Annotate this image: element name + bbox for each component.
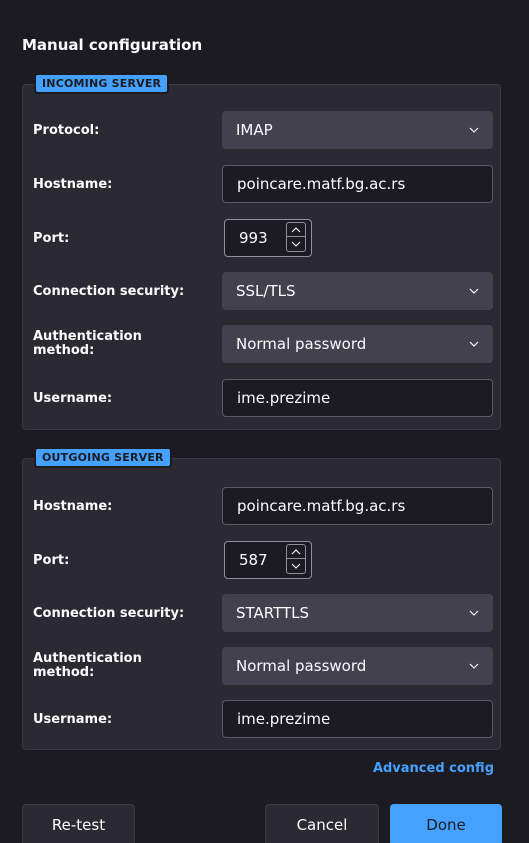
chevron-down-icon	[469, 663, 479, 669]
outgoing-hostname-input[interactable]: poincare.matf.bg.ac.rs	[222, 487, 493, 525]
outgoing-auth-label-line1: Authentication	[33, 651, 142, 666]
outgoing-username-row: Username: ime.prezime	[33, 700, 493, 738]
chevron-up-icon	[291, 549, 301, 555]
incoming-auth-label-line2: method:	[33, 343, 95, 358]
incoming-username-value: ime.prezime	[237, 389, 331, 407]
outgoing-security-value: STARTTLS	[236, 604, 310, 622]
outgoing-auth-label-line2: method:	[33, 665, 95, 680]
chevron-down-icon	[469, 288, 479, 294]
outgoing-port-label: Port:	[33, 552, 70, 568]
incoming-server-badge: INCOMING SERVER	[36, 75, 168, 92]
outgoing-server-badge: OUTGOING SERVER	[36, 449, 170, 466]
chevron-down-icon	[291, 241, 301, 247]
outgoing-security-label: Connection security:	[33, 605, 185, 621]
incoming-port-value: 993	[239, 229, 268, 247]
advanced-config-link[interactable]: Advanced config	[373, 761, 494, 776]
incoming-auth-label-line1: Authentication	[33, 329, 142, 344]
outgoing-port-input[interactable]: 587	[224, 541, 312, 579]
incoming-protocol-value: IMAP	[236, 121, 273, 139]
outgoing-hostname-label: Hostname:	[33, 498, 113, 514]
incoming-security-select[interactable]: SSL/TLS	[222, 272, 493, 310]
incoming-security-row: Connection security: SSL/TLS	[33, 272, 493, 310]
outgoing-hostname-row: Hostname: poincare.matf.bg.ac.rs	[33, 487, 493, 525]
outgoing-auth-value: Normal password	[236, 657, 367, 675]
chevron-down-icon	[469, 341, 479, 347]
outgoing-port-increment[interactable]	[286, 544, 306, 559]
chevron-down-icon	[469, 127, 479, 133]
incoming-server-section: INCOMING SERVER Protocol: IMAP Hostname:…	[22, 73, 501, 430]
outgoing-username-label: Username:	[33, 711, 113, 727]
outgoing-port-value: 587	[239, 551, 268, 569]
outgoing-hostname-value: poincare.matf.bg.ac.rs	[237, 497, 406, 515]
incoming-server-legend: INCOMING SERVER	[34, 73, 170, 94]
outgoing-port-row: Port: 587	[33, 541, 493, 579]
cancel-button[interactable]: Cancel	[265, 804, 379, 843]
incoming-auth-label: Authentication method:	[33, 325, 142, 363]
incoming-protocol-row: Protocol: IMAP	[33, 111, 493, 149]
incoming-protocol-select[interactable]: IMAP	[222, 111, 493, 149]
incoming-auth-select[interactable]: Normal password	[222, 325, 493, 363]
incoming-hostname-input[interactable]: poincare.matf.bg.ac.rs	[222, 165, 493, 203]
incoming-security-value: SSL/TLS	[236, 282, 296, 300]
incoming-port-row: Port: 993	[33, 219, 493, 257]
incoming-port-input[interactable]: 993	[224, 219, 312, 257]
chevron-down-icon	[291, 563, 301, 569]
page-title: Manual configuration	[22, 36, 203, 54]
incoming-hostname-row: Hostname: poincare.matf.bg.ac.rs	[33, 165, 493, 203]
manual-config-dialog: Manual configuration INCOMING SERVER Pro…	[0, 0, 529, 843]
incoming-hostname-label: Hostname:	[33, 176, 113, 192]
outgoing-port-decrement[interactable]	[286, 559, 306, 574]
retest-button[interactable]: Re-test	[22, 804, 135, 843]
outgoing-username-value: ime.prezime	[237, 710, 331, 728]
incoming-port-decrement[interactable]	[286, 237, 306, 252]
incoming-auth-value: Normal password	[236, 335, 367, 353]
incoming-port-increment[interactable]	[286, 222, 306, 237]
incoming-protocol-label: Protocol:	[33, 122, 100, 138]
incoming-port-label: Port:	[33, 230, 70, 246]
outgoing-username-input[interactable]: ime.prezime	[222, 700, 493, 738]
incoming-security-label: Connection security:	[33, 283, 185, 299]
incoming-username-input[interactable]: ime.prezime	[222, 379, 493, 417]
outgoing-auth-label: Authentication method:	[33, 647, 142, 685]
chevron-down-icon	[469, 610, 479, 616]
outgoing-auth-row: Authentication method: Normal password	[33, 647, 493, 685]
outgoing-server-section: OUTGOING SERVER Hostname: poincare.matf.…	[22, 447, 501, 750]
chevron-up-icon	[291, 227, 301, 233]
incoming-username-row: Username: ime.prezime	[33, 379, 493, 417]
incoming-auth-row: Authentication method: Normal password	[33, 325, 493, 363]
outgoing-server-legend: OUTGOING SERVER	[34, 447, 172, 468]
outgoing-security-select[interactable]: STARTTLS	[222, 594, 493, 632]
outgoing-auth-select[interactable]: Normal password	[222, 647, 493, 685]
outgoing-security-row: Connection security: STARTTLS	[33, 594, 493, 632]
incoming-hostname-value: poincare.matf.bg.ac.rs	[237, 175, 406, 193]
incoming-username-label: Username:	[33, 390, 113, 406]
done-button[interactable]: Done	[390, 804, 502, 843]
